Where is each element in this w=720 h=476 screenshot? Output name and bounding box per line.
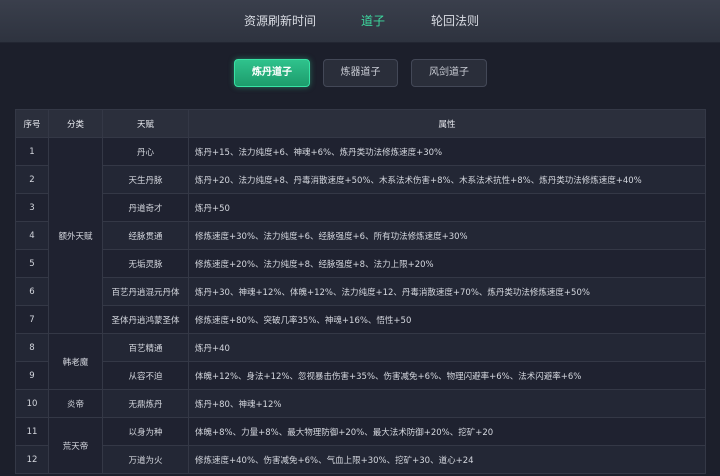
row-index: 9 [15,361,49,390]
table-row: 5 无垢灵脉 修炼速度+20%、法力纯度+8、经脉强度+8、法力上限+20% [15,249,706,278]
row-index: 12 [15,445,49,474]
top-navigation: 资源刷新时间 道子 轮回法则 [0,0,720,43]
row-attribute: 体魄+12%、身法+12%、忽视暴击伤害+35%、伤害减免+6%、物理闪避率+6… [188,361,706,390]
row-talent: 经脉贯通 [102,221,189,250]
row-index: 8 [15,333,49,362]
row-attribute: 修炼速度+30%、法力纯度+6、经脉强度+6、所有功法修炼速度+30% [188,221,706,250]
table-row: 6 百艺丹逍混元丹体 炼丹+30、神魂+12%、体魄+12%、法力纯度+12、丹… [15,277,706,306]
row-talent: 百艺精通 [102,333,189,362]
subtab-windsword-daozi[interactable]: 风剑道子 [411,59,487,87]
talent-table: 序号 分类 天赋 属性 1 额外天赋 丹心 炼丹+15、法力纯度+6、神魂+6%… [15,109,706,474]
row-category: 韩老魔 [48,333,103,390]
row-index: 5 [15,249,49,278]
header-index: 序号 [15,109,49,138]
row-category: 额外天赋 [48,137,103,334]
row-attribute: 修炼速度+80%、突破几率35%、神魂+16%、悟性+50 [188,305,706,334]
row-talent: 百艺丹逍混元丹体 [102,277,189,306]
nav-tab-reincarnation-rules[interactable]: 轮回法则 [431,0,479,42]
table-row: 12 万道为火 修炼速度+40%、伤害减免+6%、气血上限+30%、挖矿+30、… [15,445,706,474]
row-index: 2 [15,165,49,194]
row-talent: 从容不迫 [102,361,189,390]
row-talent: 丹心 [102,137,189,166]
row-index: 10 [15,389,49,418]
row-category: 荒天帝 [48,417,103,474]
row-attribute: 炼丹+50 [188,193,706,222]
row-index: 6 [15,277,49,306]
table-row: 3 丹道奇才 炼丹+50 [15,193,706,222]
row-attribute: 修炼速度+20%、法力纯度+8、经脉强度+8、法力上限+20% [188,249,706,278]
row-attribute: 修炼速度+40%、伤害减免+6%、气血上限+30%、挖矿+30、道心+24 [188,445,706,474]
table-row: 2 天生丹脉 炼丹+20、法力纯度+8、丹毒消散速度+50%、木系法术伤害+8%… [15,165,706,194]
table-header-row: 序号 分类 天赋 属性 [15,109,706,138]
header-attribute: 属性 [188,109,706,138]
row-attribute: 炼丹+15、法力纯度+6、神魂+6%、炼丹类功法修炼速度+30% [188,137,706,166]
table-row: 7 圣体丹逍鸿蒙圣体 修炼速度+80%、突破几率35%、神魂+16%、悟性+50 [15,305,706,334]
row-attribute: 体魄+8%、力量+8%、最大物理防御+20%、最大法术防御+20%、挖矿+20 [188,417,706,446]
subtab-alchemy-daozi[interactable]: 炼丹道子 [234,59,310,87]
row-attribute: 炼丹+80、神魂+12% [188,389,706,418]
subtab-forging-daozi[interactable]: 炼器道子 [323,59,398,87]
row-talent: 以身为种 [102,417,189,446]
row-talent: 无垢灵脉 [102,249,189,278]
table-row: 9 从容不迫 体魄+12%、身法+12%、忽视暴击伤害+35%、伤害减免+6%、… [15,361,706,390]
table-row: 8 韩老魔 百艺精通 炼丹+40 [15,333,706,390]
header-category: 分类 [48,109,103,138]
table-row: 11 荒天帝 以身为种 体魄+8%、力量+8%、最大物理防御+20%、最大法术防… [15,417,706,474]
row-talent: 丹道奇才 [102,193,189,222]
row-index: 1 [15,137,49,166]
row-talent: 万道为火 [102,445,189,474]
row-index: 7 [15,305,49,334]
row-attribute: 炼丹+30、神魂+12%、体魄+12%、法力纯度+12、丹毒消散速度+70%、炼… [188,277,706,306]
row-attribute: 炼丹+20、法力纯度+8、丹毒消散速度+50%、木系法术伤害+8%、木系法术抗性… [188,165,706,194]
row-index: 4 [15,221,49,250]
table-row: 10 炎帝 无鼎炼丹 炼丹+80、神魂+12% [15,389,706,418]
row-attribute: 炼丹+40 [188,333,706,362]
subtab-bar: 炼丹道子 炼器道子 风剑道子 [0,59,720,87]
row-talent: 无鼎炼丹 [102,389,189,418]
row-talent: 天生丹脉 [102,165,189,194]
table-row: 4 经脉贯通 修炼速度+30%、法力纯度+6、经脉强度+6、所有功法修炼速度+3… [15,221,706,250]
row-index: 3 [15,193,49,222]
nav-tab-resource-refresh[interactable]: 资源刷新时间 [244,0,316,42]
header-talent: 天赋 [102,109,189,138]
row-talent: 圣体丹逍鸿蒙圣体 [102,305,189,334]
row-index: 11 [15,417,49,446]
row-category: 炎帝 [48,389,103,418]
nav-tab-daozi[interactable]: 道子 [361,0,385,42]
table-row: 1 额外天赋 丹心 炼丹+15、法力纯度+6、神魂+6%、炼丹类功法修炼速度+3… [15,137,706,334]
